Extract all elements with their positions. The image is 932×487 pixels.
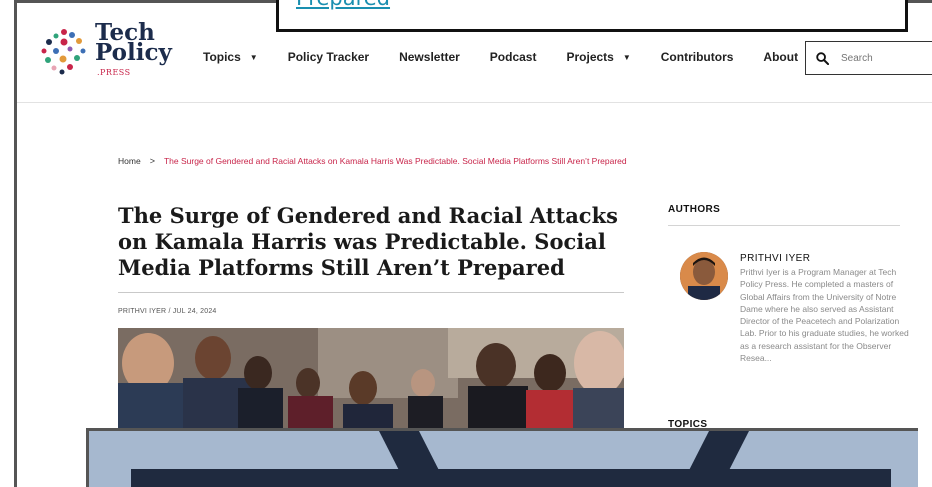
nav-about[interactable]: About <box>763 50 798 64</box>
caret-down-icon: ▼ <box>622 52 631 62</box>
title-divider <box>118 292 624 293</box>
authors-heading: AUTHORS <box>668 204 721 215</box>
top-link-popup: Prepared <box>276 0 908 32</box>
article-title: The Surge of Gendered and Racial Attacks… <box>118 203 618 280</box>
nav-about-label: About <box>763 50 799 64</box>
search-box[interactable] <box>805 41 932 75</box>
search-icon <box>816 51 829 65</box>
popup-article-link[interactable]: Prepared <box>296 0 390 10</box>
avatar-photo <box>680 252 728 300</box>
logo-wordmark: Tech Policy <box>95 21 172 66</box>
search-input[interactable] <box>841 52 931 64</box>
breadcrumb-separator: > <box>149 156 155 166</box>
authors-divider <box>668 225 900 226</box>
overlay-dark-panel <box>131 469 891 487</box>
browser-viewport: Tech Policy .PRESS Topics ▼ Policy Track… <box>14 0 932 487</box>
main-nav: Topics ▼ Policy Tracker Newsletter Podca… <box>203 50 828 64</box>
nav-policy-tracker[interactable]: Policy Tracker <box>288 50 369 64</box>
breadcrumb-current: The Surge of Gendered and Racial Attacks… <box>163 156 627 166</box>
nav-topics-label: Topics <box>203 50 241 64</box>
nav-policy-tracker-label: Policy Tracker <box>287 50 370 64</box>
breadcrumb-home[interactable]: Home <box>118 156 141 166</box>
nav-podcast[interactable]: Podcast <box>490 50 537 64</box>
article-byline: PRITHVI IYER / JUL 24, 2024 <box>118 308 217 315</box>
author-avatar[interactable] <box>680 252 728 300</box>
breadcrumb: Home > The Surge of Gendered and Racial … <box>118 156 627 166</box>
nav-contributors-label: Contributors <box>660 50 734 64</box>
nav-podcast-label: Podcast <box>489 50 537 64</box>
nav-projects[interactable]: Projects ▼ <box>566 50 630 64</box>
logo-word-press: .PRESS <box>97 68 131 77</box>
nav-topics[interactable]: Topics ▼ <box>203 50 258 64</box>
site-logo[interactable]: Tech Policy .PRESS <box>39 21 172 83</box>
caret-down-icon: ▼ <box>249 52 258 62</box>
nav-contributors[interactable]: Contributors <box>661 50 734 64</box>
logo-word-policy: Policy <box>95 39 172 66</box>
nav-newsletter[interactable]: Newsletter <box>399 50 460 64</box>
logo-dots-icon <box>41 29 86 75</box>
author-bio: Prithvi Iyer is a Program Manager at Tec… <box>740 267 909 364</box>
nav-projects-label: Projects <box>566 50 614 64</box>
author-name[interactable]: PRITHVI IYER <box>740 253 810 264</box>
video-overlay-panel[interactable] <box>86 428 918 487</box>
nav-newsletter-label: Newsletter <box>399 50 460 64</box>
